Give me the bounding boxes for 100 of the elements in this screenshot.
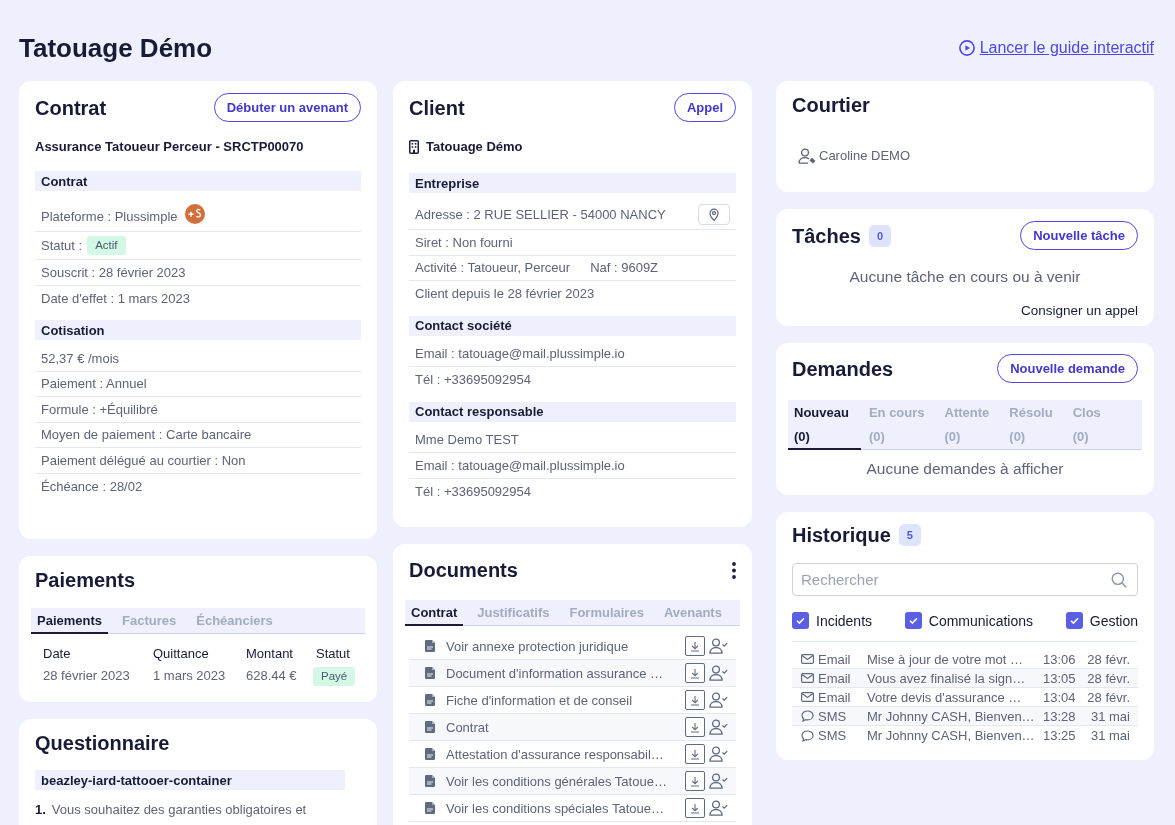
call-button[interactable]: Appel [673, 93, 736, 122]
guide-link[interactable]: Lancer le guide interactif [958, 38, 1154, 58]
table-cell-text: 628.44 € [246, 667, 298, 685]
map-pin-icon [709, 207, 719, 221]
mail-icon [801, 673, 814, 683]
column-header: Quittance [153, 645, 210, 663]
detail-text: Siret : Non fourni [415, 234, 513, 250]
filter-label: Communications [928, 612, 1034, 629]
download-button[interactable] [685, 771, 705, 791]
search-field[interactable]: Rechercher [792, 563, 1138, 596]
history-row[interactable]: SMS Mr Johnny CASH, Bienven… 13:28 31 mai [792, 707, 1138, 726]
document-row[interactable]: Voir les conditions générales Tatoue… [409, 768, 736, 795]
checkbox[interactable] [792, 612, 809, 629]
chat-bubble-icon [801, 729, 814, 742]
chat-bubble-icon [801, 710, 814, 722]
user-check-icon[interactable] [709, 692, 728, 708]
question-number: 1. [35, 801, 46, 819]
history-subject: Mr Johnny CASH, Bienven… [867, 708, 1036, 724]
download-button[interactable] [685, 717, 705, 737]
download-icon [690, 802, 700, 814]
start-amendment-button[interactable]: Débuter un avenant [213, 93, 361, 122]
checkbox[interactable] [904, 612, 922, 629]
building-icon [409, 140, 419, 154]
new-task-button[interactable]: Nouvelle tâche [1020, 221, 1138, 250]
download-icon [690, 721, 700, 733]
download-button[interactable] [685, 798, 705, 818]
document-row[interactable]: Contrat [409, 714, 736, 741]
history-subject: Mr Johnny CASH, Bienven… [867, 728, 1036, 743]
history-date: 28 févr. [1087, 651, 1130, 667]
download-button[interactable] [685, 663, 705, 683]
pdf-file-icon [425, 775, 435, 787]
detail-text: Activité : Tatoueur, Perceur [415, 260, 571, 276]
tab[interactable]: Contrat [405, 600, 464, 626]
filter-label: Incidents [816, 612, 873, 629]
user-check-icon[interactable] [709, 719, 728, 735]
history-time: 13:04 [1043, 689, 1077, 705]
play-icon [958, 40, 975, 56]
user-check-icon[interactable] [709, 638, 728, 654]
new-request-button[interactable]: Nouvelle demande [997, 354, 1138, 383]
card-title: Questionnaire [35, 731, 171, 755]
question-text: Vous souhaitez des garanties obligatoires et [51, 801, 307, 819]
history-type: Email [818, 689, 851, 705]
count-badge: 0 [868, 224, 891, 247]
log-call-link[interactable]: Consigner un appel [1020, 303, 1138, 319]
history-date: 31 mai [1090, 728, 1130, 743]
history-type: Email [818, 670, 851, 686]
download-icon [690, 667, 700, 679]
tab[interactable]: Paiements [31, 608, 109, 634]
document-row[interactable]: Document d'information assurance … [409, 660, 736, 687]
download-button[interactable] [685, 636, 705, 656]
download-button[interactable] [685, 690, 705, 710]
detail-text: Client depuis le 28 février 2023 [415, 286, 595, 302]
column-header: Montant [246, 645, 294, 663]
detail-text: Email : tatouage@mail.plussimple.io [415, 346, 625, 362]
card-title: Documents [409, 558, 518, 582]
map-button[interactable] [698, 203, 730, 225]
document-name: Voir les conditions générales Tatoue… [446, 773, 668, 789]
download-icon [690, 775, 700, 787]
history-type: Email [818, 651, 851, 667]
mail-icon [801, 654, 814, 664]
pdf-file-icon [425, 802, 435, 814]
card-title: Contrat [35, 95, 107, 120]
detail-text: Statut : [41, 238, 83, 253]
tab[interactable]: Nouveau (0) [788, 400, 861, 450]
history-type: SMS [818, 708, 847, 724]
detail-text: Souscrit : 28 février 2023 [41, 264, 186, 280]
user-check-icon[interactable] [709, 773, 728, 789]
user-check-icon[interactable] [709, 665, 728, 681]
document-name: Contrat [446, 719, 490, 735]
detail-text: Tél : +33695092954 [415, 372, 532, 388]
pdf-file-icon [425, 748, 435, 760]
section-header: Cotisation [35, 320, 361, 340]
count-badge: 5 [898, 524, 921, 546]
checkbox[interactable] [1065, 612, 1083, 629]
card-title: Courtier [792, 93, 871, 117]
user-icon [798, 148, 816, 164]
document-name: Voir les conditions spéciales Tatoue… [446, 800, 665, 816]
history-time: 13:25 [1043, 728, 1077, 743]
user-check-icon[interactable] [709, 746, 728, 762]
download-button[interactable] [685, 744, 705, 764]
card-title: Client [409, 95, 465, 120]
filter-label: Gestion [1089, 612, 1138, 629]
document-name: Document d'information assurance … [446, 665, 665, 681]
section-header: Contrat [35, 171, 361, 191]
empty-message: Aucune tâche en cours ou à venir [848, 268, 1082, 286]
pdf-file-icon [425, 667, 435, 679]
history-row[interactable]: SMS Mr Johnny CASH, Bienven… 13:25 31 mai [792, 726, 1138, 745]
detail-text: Échéance : 28/02 [41, 478, 143, 494]
history-time: 13:05 [1043, 670, 1077, 686]
document-name: Voir annexe protection juridique [446, 638, 630, 654]
search-icon [1111, 572, 1127, 588]
status-badge: Payé [313, 666, 356, 686]
status-badge: Actif [87, 236, 126, 255]
user-check-icon[interactable] [709, 800, 728, 816]
history-row[interactable]: Email Vous avez finalisé la sign… 13:05 28 févr. [792, 669, 1138, 688]
detail-text: Adresse : 2 RUE SELLIER - 54000 NANCY [415, 206, 666, 222]
more-icon[interactable] [732, 561, 736, 579]
document-row[interactable]: Voir les conditions spéciales Tatoue… [409, 795, 736, 822]
history-date: 28 févr. [1087, 670, 1130, 686]
history-subject: Mise à jour de votre mot … [867, 651, 1025, 667]
